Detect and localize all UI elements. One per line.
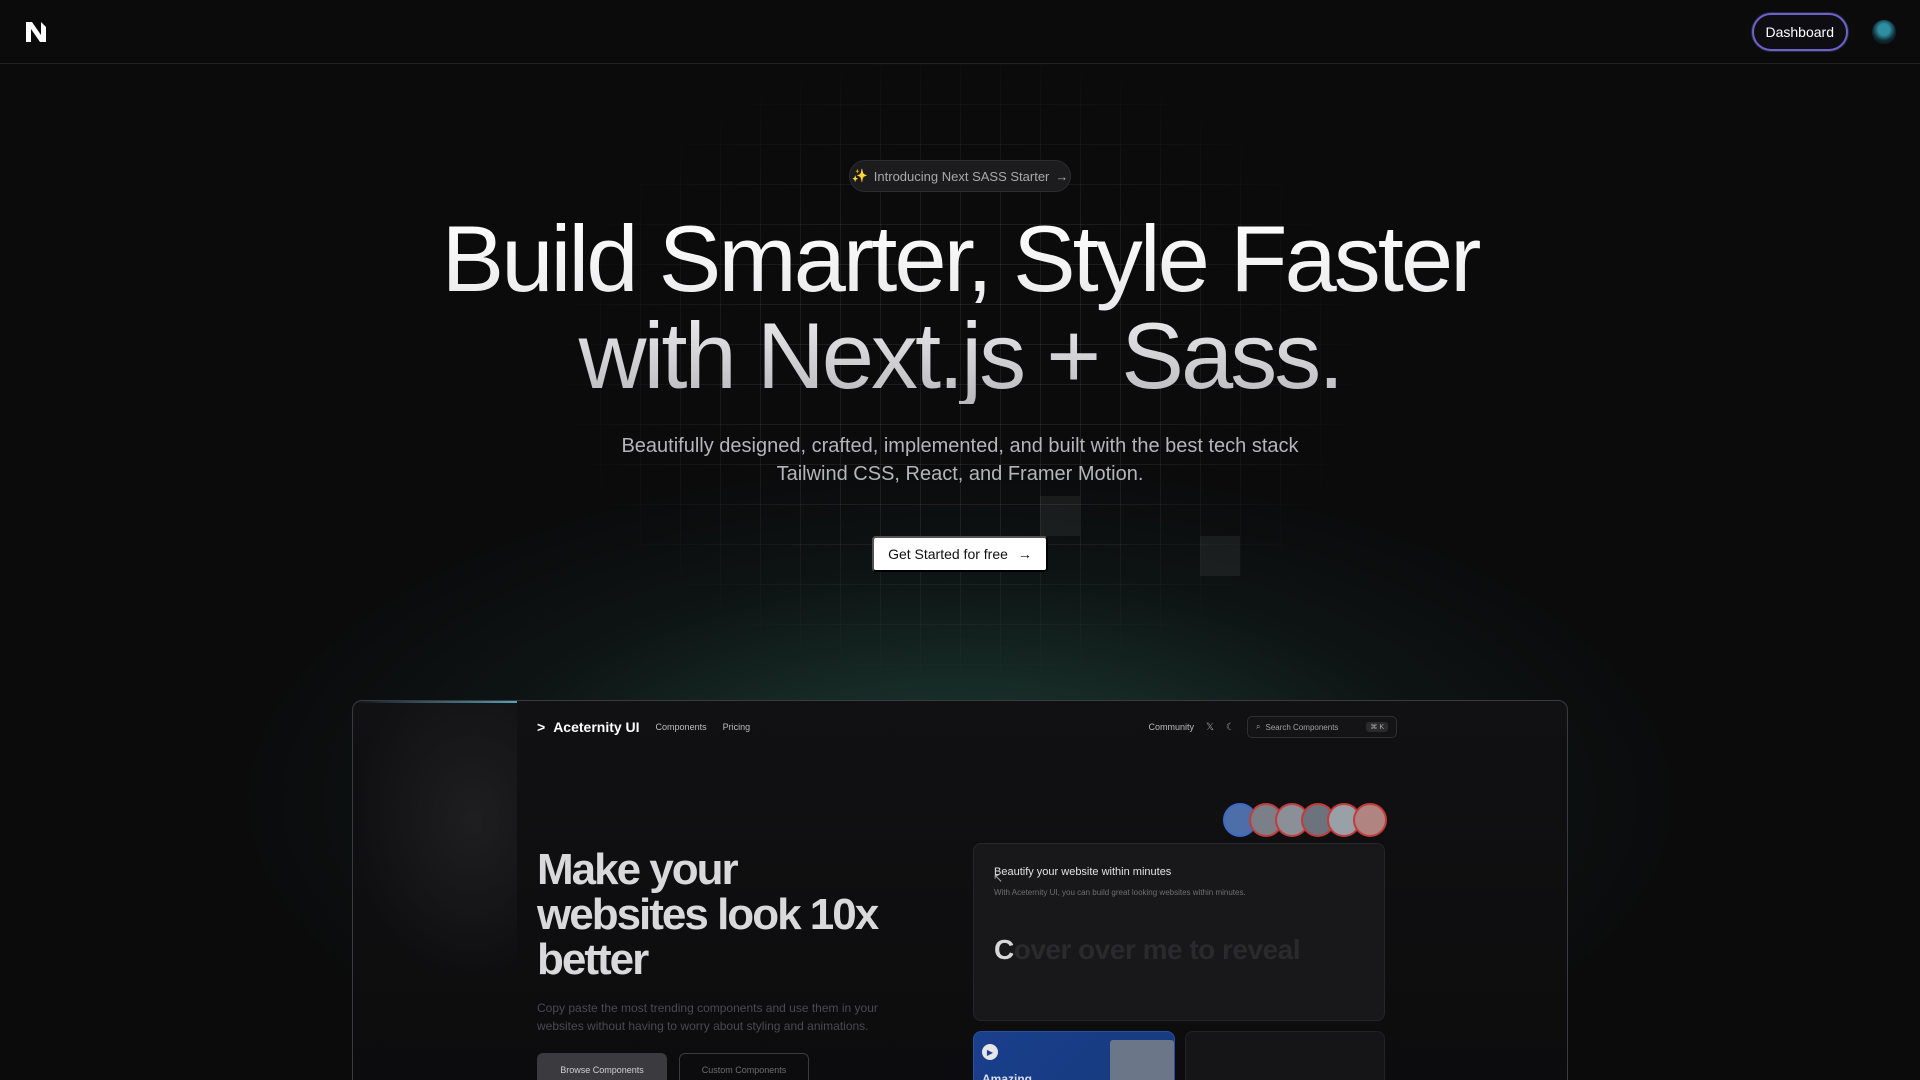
custom-components-button[interactable]: Custom Components <box>679 1053 809 1080</box>
arrow-right-icon: → <box>1055 168 1069 184</box>
hero-subtitle: Beautifully designed, crafted, implement… <box>560 432 1360 488</box>
mini-card-label: Amazing <box>982 1072 1033 1080</box>
preview-link-components[interactable]: Components <box>656 722 707 732</box>
reveal-card-text: With Aceternity UI, you can build great … <box>994 888 1246 897</box>
arrow-right-icon: → <box>1017 546 1032 562</box>
x-logo-icon[interactable]: 𝕏 <box>1206 722 1214 733</box>
reveal-card[interactable]: Beautify your website within minutes Wit… <box>973 843 1385 1021</box>
preview-search-placeholder: Search Components <box>1265 722 1339 732</box>
play-icon: ▶ <box>982 1044 998 1060</box>
keyboard-shortcut-badge: ⌘ K <box>1366 722 1388 732</box>
product-preview-window: > Aceternity UI Components Pricing Commu… <box>352 700 1568 1080</box>
user-avatar-icon[interactable] <box>1872 19 1896 44</box>
dashboard-button[interactable]: Dashboard <box>1751 12 1848 51</box>
preview-brand-label: Aceternity UI <box>553 719 640 735</box>
hero-title-line2: with Next.js + Sass. <box>578 303 1342 408</box>
hero-title: Build Smarter, Style Faster with Next.js… <box>360 210 1560 404</box>
reveal-rest-text: over over me to reveal <box>1013 934 1301 965</box>
avatar-group <box>1223 803 1387 837</box>
preview-search-input[interactable]: ⌕ Search Components ⌘ K <box>1247 716 1397 738</box>
preview-mini-card-dark[interactable] <box>1185 1031 1385 1080</box>
preview-title: Make your websites look 10x better <box>537 845 879 984</box>
moon-icon[interactable]: ☾ <box>1226 722 1235 733</box>
preview-description: Copy paste the most trending components … <box>537 1001 878 1033</box>
grid-highlight-cell <box>1040 496 1080 536</box>
hero-subtitle-line2: Tailwind CSS, React, and Framer Motion. <box>776 463 1144 485</box>
hero-title-line1: Build Smarter, Style Faster <box>441 206 1479 311</box>
browse-components-button[interactable]: Browse Components <box>537 1053 667 1080</box>
avatar[interactable] <box>1353 803 1387 837</box>
announcement-badge[interactable]: ✨ Introducing Next SASS Starter → <box>849 160 1071 192</box>
top-navbar: Dashboard <box>0 0 1920 64</box>
cta-label: Get Started for free <box>888 546 1008 562</box>
preview-link-community[interactable]: Community <box>1148 722 1194 732</box>
reveal-card-hover-text: Cover over me to reveal <box>994 934 1301 966</box>
get-started-button[interactable]: Get Started for free → <box>872 536 1048 572</box>
preview-link-pricing[interactable]: Pricing <box>723 722 751 732</box>
grid-highlight-cell <box>1200 536 1240 576</box>
n-logo-icon[interactable] <box>24 19 48 45</box>
mouse-cursor-icon: ↖ <box>993 871 1004 885</box>
sparkles-icon: ✨ <box>851 168 868 183</box>
reveal-card-title: Beautify your website within minutes <box>994 866 1172 878</box>
hero-subtitle-line1: Beautifully designed, crafted, implement… <box>621 435 1299 457</box>
badge-label: Introducing Next SASS Starter <box>873 168 1050 184</box>
preview-navbar: > Aceternity UI Components Pricing Commu… <box>537 713 1397 741</box>
mini-card-image <box>1110 1040 1174 1080</box>
preview-navbar-right: Community 𝕏 ☾ ⌕ Search Components ⌘ K <box>1148 716 1397 738</box>
preview-brand[interactable]: > Aceternity UI <box>537 719 640 735</box>
navbar-actions: Dashboard <box>1751 12 1896 51</box>
preview-sidebar-blur <box>353 701 517 1080</box>
preview-mini-card-blue[interactable]: ▶ Amazing <box>973 1031 1175 1080</box>
chevron-right-icon: > <box>537 719 546 735</box>
search-icon: ⌕ <box>1256 722 1261 731</box>
reveal-first-letter: C <box>994 934 1014 965</box>
